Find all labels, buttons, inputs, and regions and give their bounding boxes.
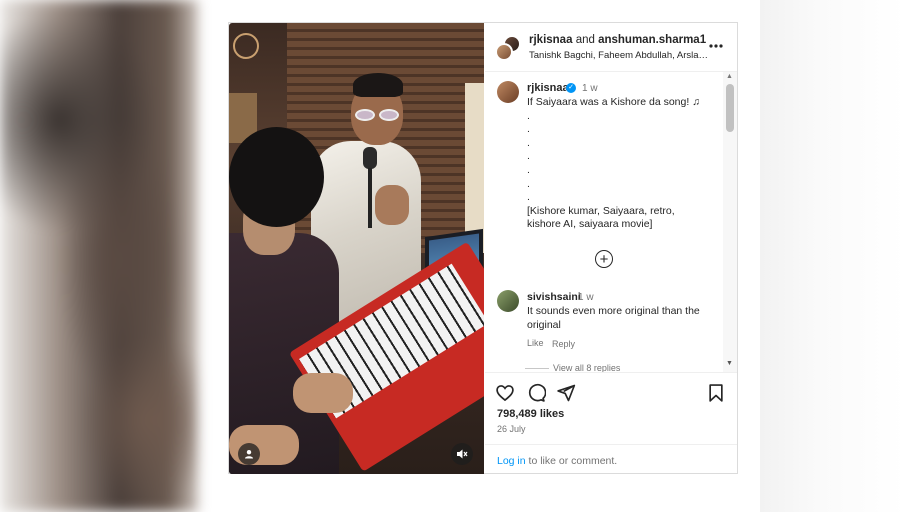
collab-title: rjkisnaa and anshuman.sharma1 bbox=[529, 34, 706, 46]
audio-credits[interactable]: Tanishk Bagchi, Faheem Abdullah, Arslan … bbox=[529, 50, 709, 61]
singer-glasses bbox=[355, 109, 401, 121]
comments-scroll-area[interactable]: rjkisnaa ✓ 1 w If Saiyaara was a Kishore… bbox=[485, 72, 737, 372]
view-replies-button[interactable]: View all 8 replies bbox=[525, 363, 620, 372]
post-header: rjkisnaa and anshuman.sharma1 Tanishk Ba… bbox=[485, 23, 737, 72]
player-hand-right bbox=[293, 373, 353, 413]
login-text: Log in to like or comment. bbox=[497, 455, 617, 467]
plus-circle-icon[interactable]: + bbox=[595, 250, 613, 268]
video-window bbox=[465, 83, 484, 253]
blurred-background-left bbox=[0, 0, 198, 512]
comment-username[interactable]: sivishsaini bbox=[527, 291, 581, 303]
caption-username[interactable]: rjkisnaa bbox=[527, 82, 569, 94]
post-actions bbox=[485, 372, 737, 412]
scroll-down-arrow-icon[interactable]: ▼ bbox=[726, 360, 733, 367]
bookmark-icon[interactable] bbox=[706, 383, 726, 403]
comment-timestamp: 1 w bbox=[578, 292, 594, 303]
login-link[interactable]: Log in bbox=[497, 455, 526, 467]
like-count[interactable]: 798,489 likes bbox=[497, 408, 564, 420]
keyboard-player-hair bbox=[229, 127, 324, 227]
scroll-up-arrow-icon[interactable]: ▲ bbox=[726, 73, 733, 80]
author-link[interactable]: rjkisnaa bbox=[529, 34, 572, 46]
post-video[interactable] bbox=[229, 23, 484, 474]
microphone-cable bbox=[368, 168, 372, 228]
coauthor-link[interactable]: anshuman.sharma1 bbox=[598, 34, 706, 46]
verified-badge-icon: ✓ bbox=[566, 83, 576, 93]
avatar[interactable] bbox=[497, 81, 519, 103]
comment-text: It sounds even more original than the or… bbox=[527, 305, 700, 331]
comment-like-button[interactable]: Like bbox=[527, 338, 544, 348]
avatar[interactable] bbox=[497, 290, 519, 312]
scrollbar[interactable]: ▲ ▼ bbox=[723, 72, 737, 372]
more-options-icon[interactable] bbox=[709, 39, 725, 55]
share-icon[interactable] bbox=[556, 383, 576, 403]
microphone bbox=[363, 147, 377, 169]
avatar bbox=[495, 43, 513, 61]
heart-icon[interactable] bbox=[495, 383, 515, 403]
blurred-background-right bbox=[760, 0, 905, 512]
comment-icon[interactable] bbox=[526, 383, 547, 403]
singer-hair bbox=[353, 73, 403, 97]
caption-text: If Saiyaara was a Kishore da song! ♫ . .… bbox=[527, 96, 701, 231]
comment-reply-button[interactable]: Reply bbox=[552, 339, 575, 349]
view-replies-label: View all 8 replies bbox=[553, 363, 621, 372]
singer-hand bbox=[375, 185, 409, 225]
video-lamp bbox=[233, 33, 259, 59]
user-tag-icon[interactable] bbox=[238, 443, 260, 465]
post-date: 26 July bbox=[497, 424, 526, 434]
login-rest-text: to like or comment. bbox=[525, 455, 618, 467]
scrollbar-thumb[interactable] bbox=[726, 84, 734, 132]
collab-avatars[interactable] bbox=[495, 35, 521, 61]
and-text: and bbox=[575, 34, 595, 46]
replies-divider bbox=[525, 368, 549, 370]
caption-timestamp: 1 w bbox=[582, 83, 598, 94]
login-prompt: Log in to like or comment. bbox=[485, 444, 737, 474]
mute-icon[interactable] bbox=[451, 443, 473, 465]
